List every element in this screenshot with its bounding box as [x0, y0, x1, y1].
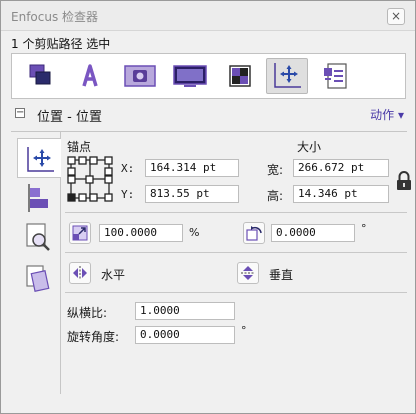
rotate-unit: °	[361, 222, 367, 235]
arrange-icon	[29, 64, 51, 85]
anchor-label: 锚点	[67, 140, 92, 154]
flip-vertical-icon	[241, 266, 255, 280]
y-field[interactable]: 813.55 pt	[145, 185, 239, 203]
tab-transform[interactable]	[17, 258, 61, 298]
position-content: 锚点 大小 X: 164.314 pt Y: 813.55 pt 宽: 266.…	[61, 132, 411, 404]
section-title: 位置 - 位置	[37, 110, 102, 125]
scale-button[interactable]	[69, 222, 91, 244]
tab-measure[interactable]	[17, 218, 61, 258]
anchor-grid[interactable]	[67, 156, 113, 202]
flip-horizontal-button[interactable]	[69, 262, 91, 284]
scale-field[interactable]: 100.0000	[99, 224, 183, 242]
color-tool-button[interactable]	[220, 58, 260, 94]
position-panel: 锚点 大小 X: 164.314 pt Y: 813.55 pt 宽: 266.…	[11, 131, 411, 404]
y-label: Y:	[121, 188, 135, 201]
color-icon	[229, 65, 251, 87]
lock-icon[interactable]	[395, 170, 413, 192]
width-label: 宽:	[267, 163, 284, 177]
height-field[interactable]: 14.346 pt	[293, 185, 389, 203]
rotation-angle-unit: °	[241, 324, 247, 337]
aspect-ratio-label: 纵横比:	[67, 306, 108, 320]
size-label: 大小	[297, 140, 322, 154]
document-tool-button[interactable]	[170, 58, 210, 94]
title-bar: Enfocus 检查器 ×	[1, 1, 415, 31]
document-icon	[173, 65, 207, 87]
rotate-field[interactable]: 0.0000	[271, 224, 355, 242]
text-tool-button[interactable]	[70, 58, 110, 94]
position-icon	[274, 63, 301, 88]
divider	[65, 252, 407, 253]
section-header: − 位置 - 位置 动作 ▾	[11, 105, 406, 125]
image-icon	[124, 65, 156, 87]
flip-vertical-button[interactable]	[237, 262, 259, 284]
divider	[65, 292, 407, 293]
tab-move[interactable]	[17, 138, 61, 178]
arrange-tool-button[interactable]	[20, 58, 60, 94]
flip-horizontal-icon	[73, 266, 87, 280]
rotate-icon	[246, 226, 262, 241]
measure-icon	[26, 223, 50, 251]
tab-align[interactable]	[17, 178, 61, 218]
text-icon	[82, 64, 98, 87]
close-button[interactable]: ×	[387, 8, 405, 25]
selection-info: 1 个剪贴路径 选中	[11, 37, 111, 51]
action-menu[interactable]: 动作 ▾	[370, 106, 404, 123]
aspect-ratio-field[interactable]: 1.0000	[135, 302, 235, 320]
x-label: X:	[121, 162, 135, 175]
rotate-button[interactable]	[243, 222, 265, 244]
rotation-angle-label: 旋转角度:	[67, 330, 120, 344]
align-icon	[28, 184, 48, 212]
inspector-window: Enfocus 检查器 × 1 个剪贴路径 选中 − 位置 - 位置 动作 ▾ …	[0, 0, 416, 414]
image-tool-button[interactable]	[120, 58, 160, 94]
width-field[interactable]: 266.672 pt	[293, 159, 389, 177]
side-tabs	[11, 132, 61, 394]
x-field[interactable]: 164.314 pt	[145, 159, 239, 177]
rotation-angle-field[interactable]: 0.0000	[135, 326, 235, 344]
divider	[65, 212, 407, 213]
preflight-tool-button[interactable]	[316, 58, 356, 94]
window-title: Enfocus 检查器	[11, 10, 99, 24]
inspector-toolbar	[11, 53, 406, 99]
flip-horizontal-label: 水平	[101, 268, 126, 282]
preflight-icon	[324, 63, 347, 89]
position-tool-button[interactable]	[266, 58, 308, 94]
move-icon	[27, 147, 54, 172]
scale-unit: %	[189, 226, 200, 239]
scale-icon	[72, 225, 88, 241]
height-label: 高:	[267, 189, 284, 203]
flip-vertical-label: 垂直	[269, 268, 294, 282]
transform-icon	[26, 265, 50, 292]
collapse-toggle[interactable]: −	[15, 108, 25, 118]
